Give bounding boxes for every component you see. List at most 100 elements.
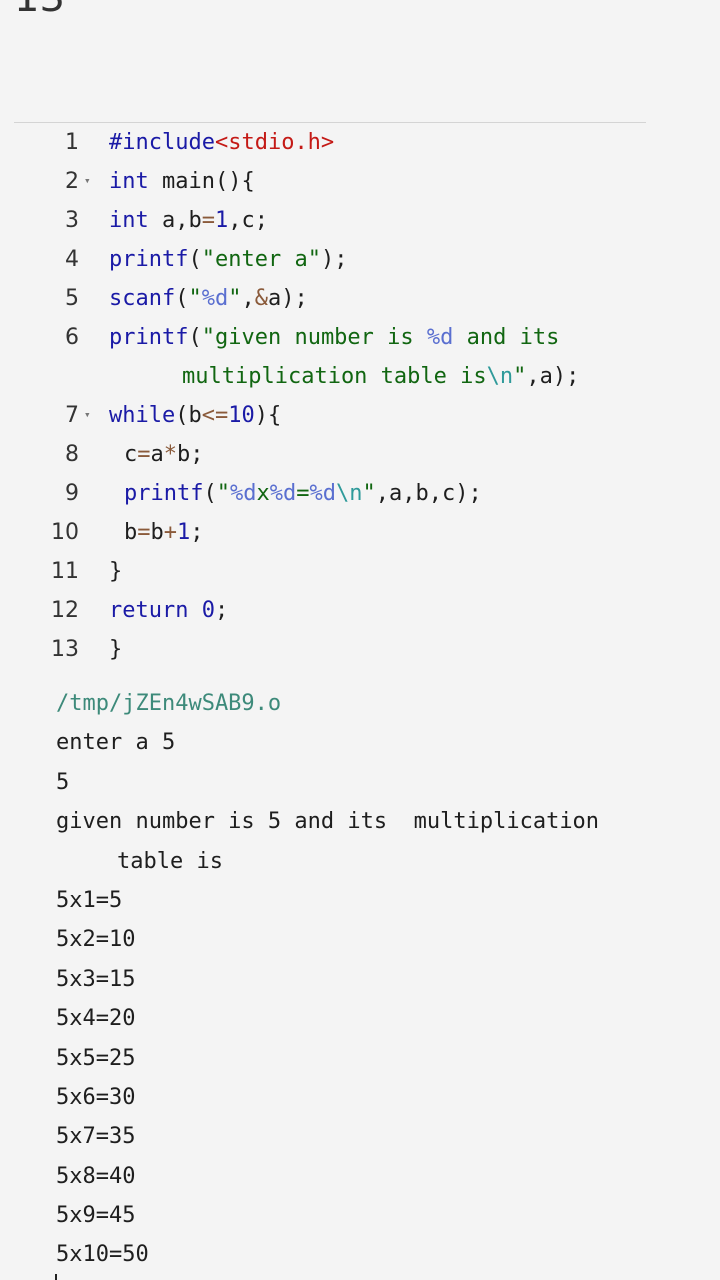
- code-token: %d: [229, 481, 257, 506]
- code-text[interactable]: b=b+1;: [124, 513, 710, 552]
- code-token: (: [175, 286, 189, 311]
- code-token: ,a);: [526, 364, 580, 389]
- code-token: while: [109, 403, 176, 428]
- code-token: 1: [177, 520, 191, 545]
- output-row: 5x5=25: [56, 1045, 136, 1071]
- output-row: 5x1=5: [56, 887, 123, 913]
- fold-arrow-icon[interactable]: ▾: [84, 395, 91, 434]
- line-number: 4: [65, 247, 79, 272]
- output-row: 5x10=50: [56, 1242, 149, 1268]
- code-line[interactable]: 2 ▾ int main(){: [0, 162, 720, 201]
- code-text[interactable]: int a,b=1,c;: [109, 201, 710, 240]
- code-token: ;: [190, 520, 204, 545]
- code-line[interactable]: 10 b=b+1;: [0, 513, 720, 552]
- line-number: 9: [65, 481, 79, 506]
- output-file-path: /tmp/jZEn4wSAB9.o: [56, 691, 282, 716]
- code-token: ,: [241, 286, 255, 311]
- code-token: 0: [201, 598, 215, 623]
- code-token: a);: [267, 286, 308, 311]
- fold-arrow-icon[interactable]: ▾: [84, 161, 91, 200]
- code-line[interactable]: 5 scanf("%d",&a);: [0, 279, 720, 318]
- text-caret: [55, 1274, 57, 1280]
- code-editor[interactable]: 1 #include<stdio.h> 2 ▾ int main(){3 int a,b=…: [0, 123, 720, 669]
- code-line[interactable]: 4 printf("enter a");: [0, 240, 720, 279]
- code-token: b;: [177, 442, 204, 467]
- code-token: ){: [254, 403, 282, 428]
- output-heading: given number is 5 and its multiplication…: [56, 802, 700, 881]
- code-token: #include: [109, 130, 215, 155]
- code-token: %d: [201, 286, 229, 311]
- code-text[interactable]: printf("enter a");: [109, 240, 710, 279]
- line-number: 11: [51, 559, 79, 584]
- code-line[interactable]: 1 #include<stdio.h>: [0, 123, 720, 162]
- code-line[interactable]: 7 ▾ while(b<=10){: [0, 396, 720, 435]
- code-token: %d: [269, 481, 297, 506]
- output-row: 5x2=10: [56, 927, 136, 953]
- code-token: (: [188, 325, 202, 350]
- code-token: ,c;: [228, 208, 268, 233]
- code-token: \n: [486, 364, 514, 389]
- code-token: 1: [214, 208, 229, 233]
- output-row: 5x9=45: [56, 1203, 136, 1229]
- code-token: "enter a": [201, 247, 321, 272]
- code-text[interactable]: }: [109, 552, 710, 591]
- code-line[interactable]: 12 return 0;: [0, 591, 720, 630]
- code-token: b: [124, 520, 138, 545]
- code-text[interactable]: scanf("%d",&a);: [109, 279, 710, 318]
- code-text[interactable]: int main(){: [109, 162, 710, 201]
- code-token: =: [137, 442, 151, 467]
- code-token: (b: [175, 403, 202, 428]
- code-token: );: [320, 247, 348, 272]
- code-token: (: [188, 247, 202, 272]
- output-heading-line2: table is: [117, 848, 223, 874]
- code-token: c: [124, 442, 138, 467]
- code-line[interactable]: 13}: [0, 630, 720, 669]
- code-token: }: [109, 559, 123, 584]
- code-token: %d: [426, 325, 454, 350]
- line-number: 5: [65, 286, 79, 311]
- code-token: (: [203, 481, 217, 506]
- line-number: 7: [65, 403, 79, 428]
- console-output: /tmp/jZEn4wSAB9.o enter a 5 5 given numb…: [56, 684, 700, 1275]
- output-echo: 5: [56, 769, 70, 795]
- code-token: main(){: [148, 169, 255, 194]
- line-number: 2: [65, 169, 79, 194]
- code-token: x: [256, 481, 270, 506]
- code-token: =: [296, 481, 310, 506]
- code-text[interactable]: printf("%dx%d=%d\n",a,b,c);: [124, 474, 710, 513]
- code-token: <stdio.h>: [214, 130, 335, 155]
- output-row: 5x4=20: [56, 1006, 136, 1032]
- code-token: *: [163, 442, 177, 467]
- code-line[interactable]: 6 printf("given number is %d and its multi…: [0, 318, 720, 396]
- page-heading-fragment: 13: [14, 0, 65, 18]
- code-token: "given number is: [201, 325, 427, 350]
- code-token: ": [513, 364, 527, 389]
- line-number: 3: [65, 208, 79, 233]
- code-text[interactable]: #include<stdio.h>: [109, 123, 710, 162]
- code-text[interactable]: printf("given number is %d and its multip…: [109, 318, 710, 396]
- line-number: 8: [65, 442, 79, 467]
- code-token: a: [150, 442, 164, 467]
- code-token: scanf: [109, 286, 176, 311]
- line-number: 10: [51, 520, 79, 545]
- output-row: 5x3=15: [56, 966, 136, 992]
- code-text[interactable]: c=a*b;: [124, 435, 710, 474]
- code-text[interactable]: return 0;: [109, 591, 710, 630]
- output-row: 5x7=35: [56, 1124, 136, 1150]
- code-wrap-continuation: multiplication table is\n",a);: [109, 357, 710, 396]
- code-token: &: [254, 286, 268, 311]
- code-line[interactable]: 3 int a,b=1,c;: [0, 201, 720, 240]
- code-token: multiplication table is: [182, 364, 487, 389]
- code-line[interactable]: 8 c=a*b;: [0, 435, 720, 474]
- code-text[interactable]: }: [109, 630, 710, 669]
- code-token: ": [228, 286, 242, 311]
- code-token: a,b: [148, 208, 202, 233]
- code-text[interactable]: while(b<=10){: [109, 396, 710, 435]
- output-prompt: enter a 5: [56, 730, 176, 756]
- output-row: 5x6=30: [56, 1084, 136, 1110]
- code-line[interactable]: 11}: [0, 552, 720, 591]
- code-line[interactable]: 9 printf("%dx%d=%d\n",a,b,c);: [0, 474, 720, 513]
- line-number: 12: [51, 598, 79, 623]
- code-token: int: [109, 169, 149, 194]
- line-number: 13: [51, 637, 79, 662]
